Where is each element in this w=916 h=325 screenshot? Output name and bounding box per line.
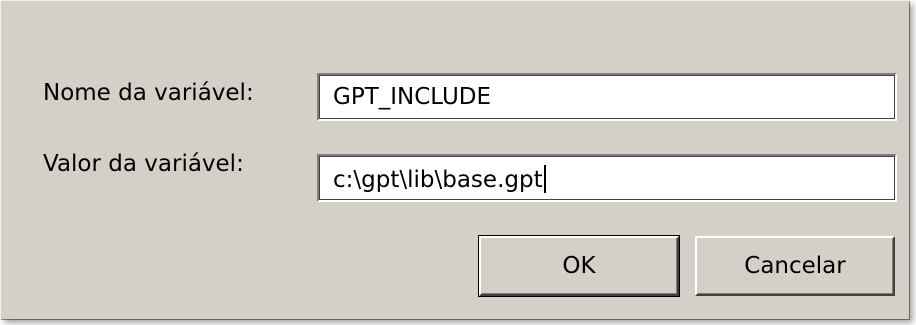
ok-button[interactable]: OK [478, 235, 680, 297]
variable-value-label: Valor da variável: [43, 151, 244, 177]
variable-value-value: c:\gpt\lib\base.gpt [333, 167, 543, 193]
text-caret [543, 165, 546, 193]
variable-name-label: Nome da variável: [43, 80, 254, 106]
cancel-button[interactable]: Cancelar [695, 236, 895, 296]
variable-name-input[interactable]: GPT_INCLUDE [317, 73, 897, 121]
variable-name-value: GPT_INCLUDE [333, 84, 492, 110]
edit-variable-dialog: Nome da variável: GPT_INCLUDE Valor da v… [0, 0, 909, 319]
variable-value-text-wrap: c:\gpt\lib\base.gpt [333, 165, 546, 193]
variable-value-input[interactable]: c:\gpt\lib\base.gpt [317, 154, 897, 202]
